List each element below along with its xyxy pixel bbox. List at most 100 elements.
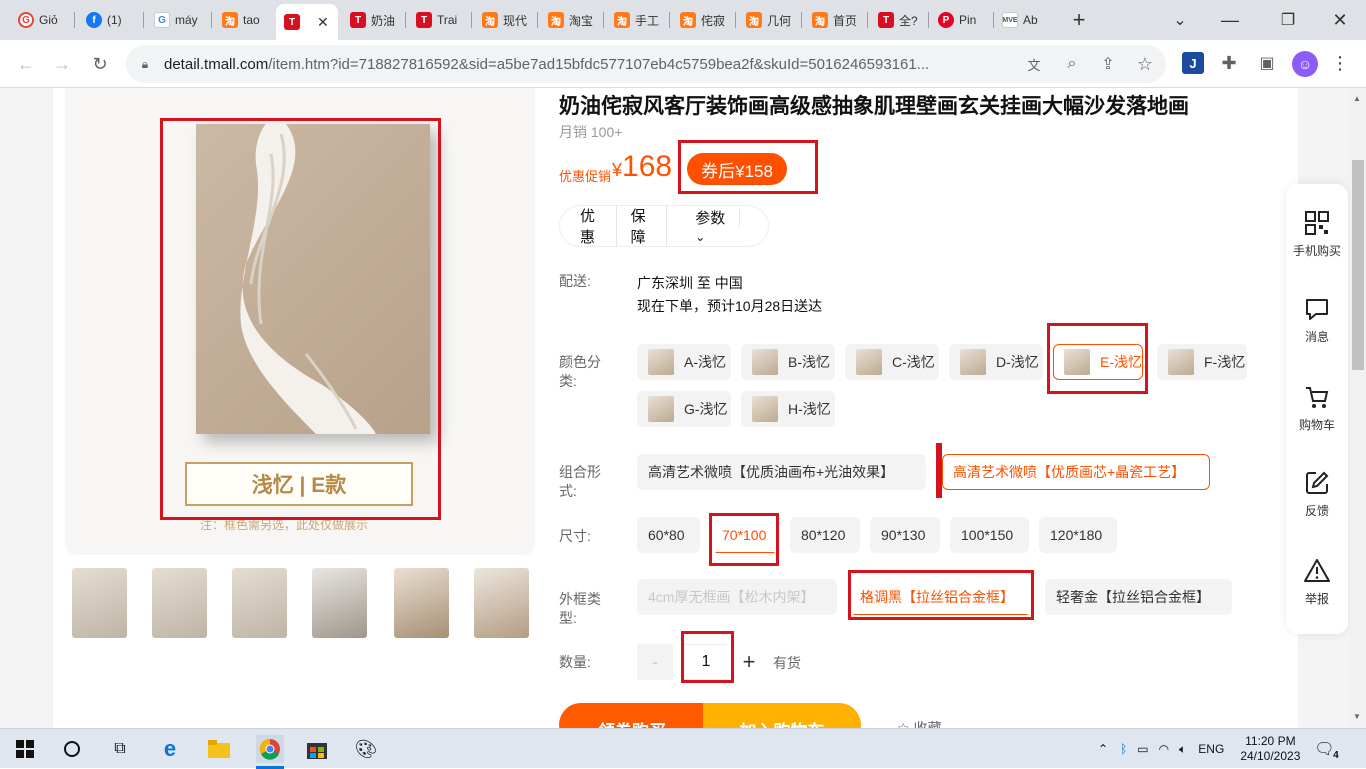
frame-option-none[interactable]: 4cm厚无框画【松木内架】 — [637, 579, 837, 615]
color-option-h[interactable]: H-浅忆 — [741, 391, 835, 427]
tab-taobao-6[interactable]: 淘几何 — [738, 5, 800, 35]
new-tab-icon[interactable]: + — [1066, 7, 1092, 32]
tab-google[interactable]: G Giỏ — [10, 5, 68, 35]
page-scrollbar[interactable]: ▲ ▼ — [1350, 88, 1366, 728]
size-option-120x180[interactable]: 120*180 — [1039, 517, 1117, 553]
tmall-icon: T — [878, 12, 894, 28]
tray-chevron-up-icon[interactable]: ⌃ — [1098, 742, 1108, 756]
windows-start-icon[interactable] — [13, 737, 37, 761]
quantity-increment-button[interactable]: + — [731, 644, 767, 680]
forward-icon[interactable]: → — [50, 52, 74, 76]
thumbnail-3[interactable] — [232, 568, 287, 638]
zoom-icon[interactable]: ⌕ — [1062, 54, 1082, 74]
restore-icon[interactable]: ❐ — [1276, 8, 1300, 32]
bluetooth-icon[interactable]: ᛒ — [1120, 742, 1127, 756]
tab-active-tmall[interactable]: T ✕ — [276, 4, 338, 40]
thumbnail-2[interactable] — [152, 568, 207, 638]
tab-tmall-4[interactable]: T 全? — [870, 5, 932, 35]
thumbnail-5[interactable] — [394, 568, 449, 638]
tmall-icon: T — [350, 12, 366, 28]
frame-option-gold[interactable]: 轻奢金【拉丝铝合金框】 — [1045, 579, 1232, 615]
quantity-decrement-button[interactable]: - — [637, 644, 673, 680]
combo-option-canvas[interactable]: 高清艺术微喷【优质油画布+光油效果】 — [637, 454, 926, 490]
translate-icon[interactable]: 文 — [1024, 54, 1044, 74]
tab-tmall-2[interactable]: T 奶油 — [342, 5, 404, 35]
wifi-icon[interactable]: ◠ — [1159, 742, 1169, 756]
size-option-60x80[interactable]: 60*80 — [637, 517, 700, 553]
tab-params[interactable]: 参数 ⌄ — [667, 207, 768, 245]
color-option-d[interactable]: D-浅忆 — [949, 344, 1043, 380]
tab-mve[interactable]: MVE Ab — [994, 5, 1056, 35]
size-option-80x120[interactable]: 80*120 — [790, 517, 860, 553]
color-option-f[interactable]: F-浅忆 — [1157, 344, 1247, 380]
taobao-icon: 淘 — [812, 12, 828, 28]
minimize-icon[interactable]: — — [1218, 8, 1242, 32]
close-tab-icon[interactable]: ✕ — [317, 14, 329, 31]
store-icon[interactable] — [305, 737, 329, 761]
color-option-g[interactable]: G-浅忆 — [637, 391, 731, 427]
close-window-icon[interactable]: ✕ — [1328, 8, 1352, 32]
color-option-b[interactable]: B-浅忆 — [741, 344, 835, 380]
sidebar-item-report[interactable]: 举报 — [1286, 558, 1348, 607]
extension-j-icon[interactable]: J — [1182, 52, 1204, 74]
scrollbar-thumb[interactable] — [1352, 160, 1364, 370]
battery-icon[interactable]: ▭ — [1137, 742, 1148, 756]
combo-label: 组合形式: — [559, 464, 601, 499]
color-option-c[interactable]: C-浅忆 — [845, 344, 939, 380]
extensions-puzzle-icon[interactable]: ✚ — [1218, 52, 1240, 74]
chrome-icon[interactable] — [256, 735, 284, 763]
tab-taobao-2[interactable]: 淘现代 — [474, 5, 536, 35]
url-text[interactable]: detail.tmall.com/item.htm?id=71882781659… — [164, 56, 929, 73]
tab-facebook[interactable]: f (1) — [78, 5, 140, 35]
side-panel-icon[interactable]: ▣ — [1256, 52, 1278, 74]
tab-guarantee[interactable]: 保障 — [617, 205, 668, 247]
shipping-route[interactable]: 广东深圳 至 中国 — [637, 273, 743, 293]
tab-search-chevron-icon[interactable]: ⌄ — [1168, 8, 1192, 32]
language-indicator[interactable]: ENG — [1198, 742, 1224, 756]
notification-icon[interactable]: 🗨︎ 4 — [1314, 739, 1338, 761]
edge-icon[interactable]: e — [158, 736, 182, 761]
bookmark-star-icon[interactable]: ☆ — [1135, 54, 1155, 74]
color-option-a[interactable]: A-浅忆 — [637, 344, 731, 380]
task-view-icon[interactable]: ⧉ — [108, 737, 132, 761]
paint-icon[interactable]: 🎨︎ — [354, 737, 378, 761]
tab-taobao-3[interactable]: 淘淘宝 — [540, 5, 602, 35]
size-option-100x150[interactable]: 100*150 — [950, 517, 1029, 553]
search-circle-icon[interactable] — [60, 737, 84, 761]
tab-taobao-7[interactable]: 淘首页 — [804, 5, 866, 35]
share-icon[interactable]: ⇪ — [1098, 54, 1118, 74]
tab-taobao[interactable]: 淘 tao — [214, 5, 276, 35]
sidebar-item-feedback[interactable]: 反馈 — [1286, 470, 1348, 519]
sidebar-item-messages[interactable]: 消息 — [1286, 296, 1348, 345]
scroll-down-icon[interactable]: ▼ — [1353, 712, 1361, 721]
thumbnail-4[interactable] — [312, 568, 367, 638]
thumbnail-1[interactable] — [72, 568, 127, 638]
lock-icon[interactable]: 🔒︎ — [138, 56, 152, 72]
price: ¥168 — [612, 150, 673, 183]
tab-discount[interactable]: 优惠 — [560, 205, 617, 247]
volume-icon[interactable]: 🔈︎ — [1179, 742, 1186, 757]
tab-pinterest[interactable]: P Pin — [930, 5, 992, 35]
file-explorer-icon[interactable] — [207, 737, 231, 761]
scroll-up-icon[interactable]: ▲ — [1353, 94, 1361, 103]
profile-avatar-icon[interactable]: ☺ — [1292, 51, 1318, 77]
warning-icon — [1304, 559, 1330, 582]
clock[interactable]: 11:20 PM 24/10/2023 — [1240, 734, 1300, 764]
tab-google-2[interactable]: Gmáy — [146, 5, 208, 35]
thumbnail-6[interactable] — [474, 568, 529, 638]
omnibox[interactable]: 🔒︎ detail.tmall.com/item.htm?id=71882781… — [126, 45, 1166, 83]
combo-option-crystal[interactable]: 高清艺术微喷【优质画芯+晶瓷工艺】 — [942, 454, 1210, 490]
tab-tmall-3[interactable]: T Trai — [408, 5, 470, 35]
highlight-quantity — [681, 631, 734, 683]
reload-icon[interactable]: ↻ — [88, 52, 112, 76]
size-option-90x130[interactable]: 90*130 — [870, 517, 940, 553]
sidebar-item-mobile-buy[interactable]: 手机购买 — [1286, 210, 1348, 259]
tab-taobao-4[interactable]: 淘手工 — [606, 5, 668, 35]
back-icon[interactable]: ← — [14, 52, 38, 76]
menu-dots-icon[interactable]: ⋮ — [1330, 52, 1350, 74]
swatch-image — [1168, 349, 1194, 375]
sidebar-item-cart[interactable]: 购物车 — [1286, 384, 1348, 433]
page-margin-left — [0, 88, 52, 728]
tab-taobao-5[interactable]: 淘侘寂 — [672, 5, 734, 35]
swatch-image — [960, 349, 986, 375]
